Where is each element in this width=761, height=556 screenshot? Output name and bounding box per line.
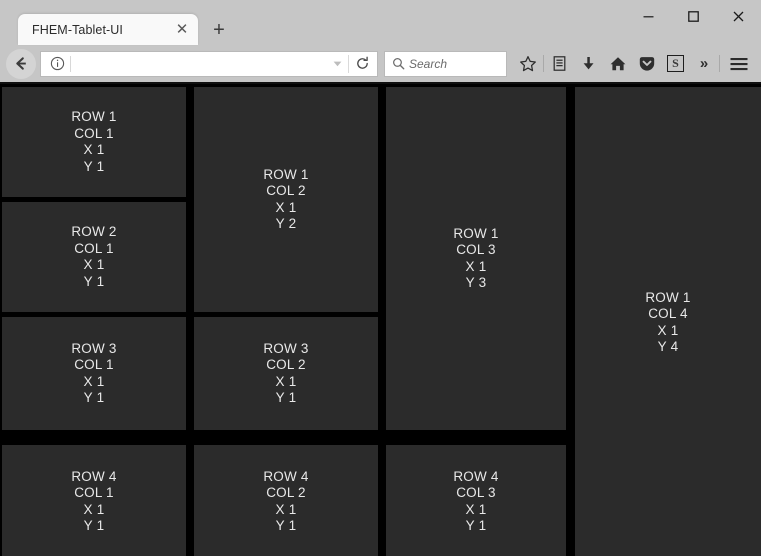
- grid-tile[interactable]: ROW 4 COL 2 X 1 Y 1: [194, 445, 378, 556]
- grid-tile[interactable]: ROW 4 COL 3 X 1 Y 1: [386, 445, 566, 556]
- library-icon[interactable]: [545, 49, 574, 79]
- hamburger-menu-icon[interactable]: [723, 49, 755, 79]
- tile-label: ROW 3 COL 2 X 1 Y 1: [263, 340, 309, 406]
- grid-tile[interactable]: ROW 4 COL 1 X 1 Y 1: [2, 445, 186, 556]
- toolbar-icon-group: S »: [513, 49, 755, 79]
- grid-tile[interactable]: ROW 3 COL 1 X 1 Y 1: [2, 317, 186, 430]
- sync-icon[interactable]: S: [661, 49, 690, 79]
- overflow-chevron-icon[interactable]: »: [690, 49, 718, 79]
- maximize-button[interactable]: [671, 0, 716, 32]
- browser-tab[interactable]: FHEM-Tablet-UI ✕: [18, 14, 198, 45]
- grid-tile[interactable]: ROW 1 COL 3 X 1 Y 3: [386, 87, 566, 430]
- tile-label: ROW 1 COL 1 X 1 Y 1: [71, 109, 117, 174]
- tile-label: ROW 4 COL 1 X 1 Y 1: [71, 468, 117, 534]
- search-bar[interactable]: Search: [384, 50, 507, 77]
- browser-window: FHEM-Tablet-UI ✕ + Search S » ROW 1 COL …: [0, 0, 761, 556]
- close-button[interactable]: [716, 0, 761, 32]
- minimize-button[interactable]: [626, 0, 671, 32]
- search-icon: [389, 55, 407, 73]
- downloads-icon[interactable]: [574, 49, 603, 79]
- page-content: ROW 1 COL 1 X 1 Y 1 ROW 2 COL 1 X 1 Y 1 …: [0, 84, 761, 556]
- tile-label: ROW 4 COL 2 X 1 Y 1: [263, 468, 309, 534]
- tile-label: ROW 3 COL 1 X 1 Y 1: [71, 340, 117, 406]
- home-icon[interactable]: [603, 49, 632, 79]
- grid-tile[interactable]: ROW 1 COL 1 X 1 Y 1: [2, 87, 186, 197]
- grid-tile[interactable]: ROW 1 COL 4 X 1 Y 4: [575, 87, 761, 556]
- url-bar[interactable]: [40, 50, 378, 77]
- url-separator: [70, 55, 71, 72]
- tile-label: ROW 4 COL 3 X 1 Y 1: [453, 468, 499, 534]
- toolbar-divider: [543, 55, 544, 72]
- search-input[interactable]: Search: [409, 57, 447, 71]
- close-tab-icon[interactable]: ✕: [172, 20, 192, 40]
- tile-label: ROW 2 COL 1 X 1 Y 1: [71, 224, 117, 289]
- sync-icon-glyph: S: [667, 55, 684, 72]
- chevron-down-icon[interactable]: [326, 53, 348, 75]
- tile-label: ROW 1 COL 2 X 1 Y 2: [263, 166, 309, 232]
- info-circle-icon[interactable]: [46, 53, 68, 75]
- tab-strip: FHEM-Tablet-UI ✕ +: [0, 0, 761, 45]
- tab-list: FHEM-Tablet-UI ✕ +: [0, 0, 234, 45]
- window-controls: [626, 0, 761, 32]
- grid-tile[interactable]: ROW 1 COL 2 X 1 Y 2: [194, 87, 378, 312]
- tile-label: ROW 1 COL 3 X 1 Y 3: [453, 225, 499, 291]
- bookmark-star-icon[interactable]: [513, 49, 542, 79]
- grid-tile[interactable]: ROW 3 COL 2 X 1 Y 1: [194, 317, 378, 430]
- new-tab-button[interactable]: +: [204, 14, 234, 45]
- back-arrow-icon[interactable]: [6, 48, 36, 79]
- tile-label: ROW 1 COL 4 X 1 Y 4: [645, 289, 691, 355]
- grid-tile[interactable]: ROW 2 COL 1 X 1 Y 1: [2, 202, 186, 312]
- pocket-icon[interactable]: [632, 49, 661, 79]
- navigation-toolbar: Search S »: [0, 45, 761, 84]
- reload-icon[interactable]: [349, 52, 375, 76]
- tab-title: FHEM-Tablet-UI: [32, 22, 123, 37]
- toolbar-divider: [719, 55, 720, 72]
